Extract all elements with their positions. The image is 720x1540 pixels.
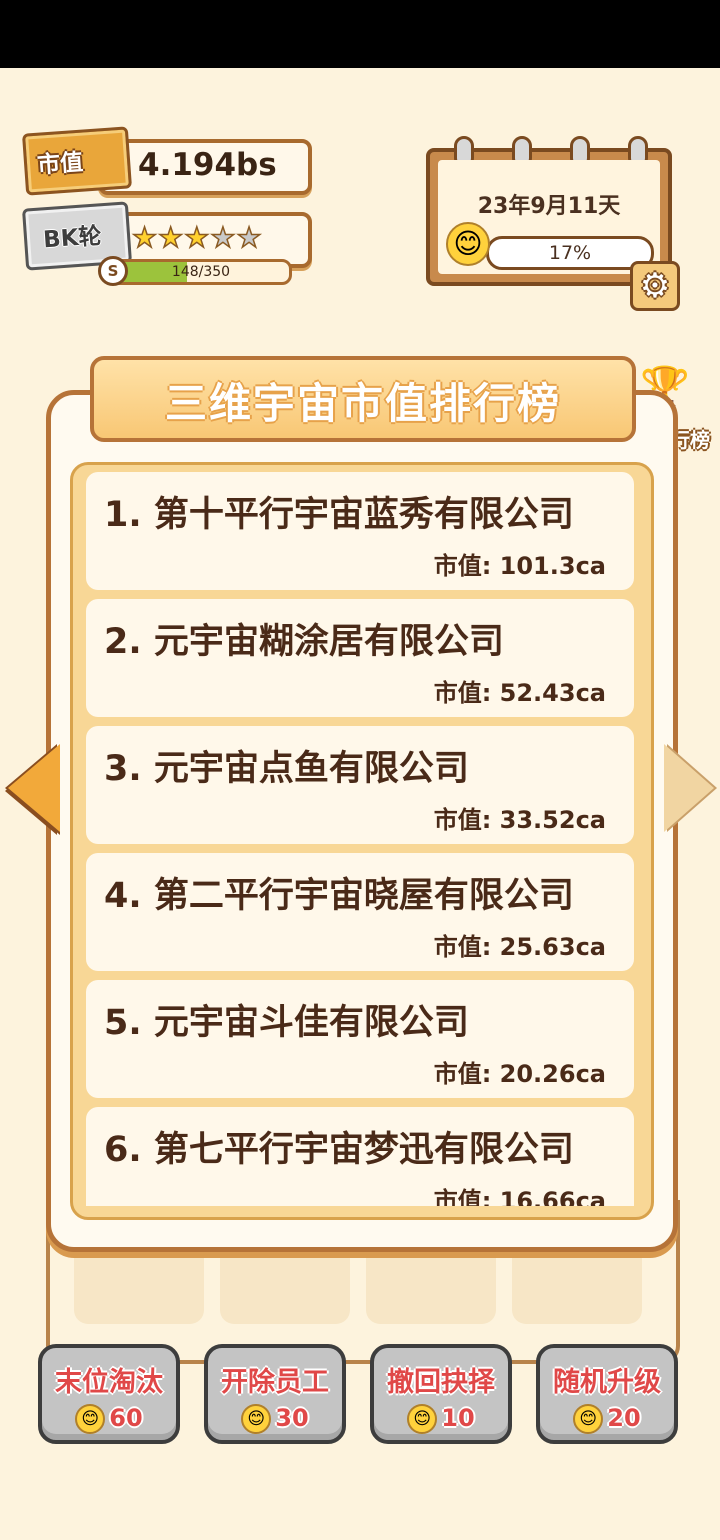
company-market-value: 市值: 25.63ca bbox=[434, 927, 606, 962]
fire-employee-button[interactable]: 开除员工 😊 30 bbox=[204, 1344, 346, 1444]
action-label: 末位淘汰 bbox=[55, 1367, 163, 1398]
market-value-prefix: 市值: bbox=[433, 1060, 500, 1088]
market-value-amount: 20.26ca bbox=[499, 1060, 606, 1088]
rank-row: 4. 第二平行宇宙晓屋有限公司市值: 25.63ca bbox=[86, 853, 634, 971]
market-value-prefix: 市值: bbox=[433, 933, 500, 961]
smile-face-icon: 😊 bbox=[446, 222, 490, 266]
mood-progress-bar: 17% bbox=[486, 236, 654, 270]
random-upgrade-button[interactable]: 随机升级 😊 20 bbox=[536, 1344, 678, 1444]
smile-face-icon: 😊 bbox=[241, 1404, 272, 1434]
market-value: 4.194bs bbox=[138, 147, 277, 183]
company-name: 4. 第二平行宇宙晓屋有限公司 bbox=[104, 876, 574, 916]
market-value-amount: 25.63ca bbox=[499, 933, 606, 961]
market-value-amount: 52.43ca bbox=[499, 679, 606, 707]
company-market-value: 市值: 20.26ca bbox=[434, 1054, 606, 1089]
xp-progress-bar: 148/350 bbox=[110, 259, 292, 285]
calendar-date: 23年9月11天 bbox=[477, 194, 621, 219]
action-label: 撤回抉择 bbox=[387, 1367, 495, 1398]
ranking-list[interactable]: 1. 第十平行宇宙蓝秀有限公司 市值: 101.3ca 2. 元宇宙糊涂居有限公司市… bbox=[86, 472, 634, 1206]
next-page-arrow-icon[interactable] bbox=[664, 744, 714, 832]
dialog-title-tab: 三维宇宙市值排行榜 bbox=[90, 356, 636, 442]
market-value-amount: 16.66ca bbox=[499, 1187, 606, 1206]
market-value-amount: 33.52ca bbox=[499, 806, 606, 834]
star-rating: ★ ★ ★ ★ ★ bbox=[131, 220, 263, 256]
market-value-prefix: 市值: bbox=[433, 679, 500, 707]
action-cost-value: 60 bbox=[109, 1404, 143, 1432]
smile-face-icon: 😊 bbox=[75, 1404, 106, 1434]
rank-row: 5. 元宇宙斗佳有限公司市值: 20.26ca bbox=[86, 980, 634, 1098]
market-value-amount: 101.3ca bbox=[499, 552, 606, 580]
xp-progress-text: 148/350 bbox=[171, 264, 231, 280]
company-market-value: 市值: 101.3ca bbox=[434, 546, 606, 581]
prev-page-arrow-icon[interactable] bbox=[8, 744, 60, 832]
action-cost: 😊 30 bbox=[208, 1404, 342, 1434]
status-bar bbox=[0, 0, 720, 68]
action-cost-value: 20 bbox=[607, 1404, 641, 1432]
action-label: 开除员工 bbox=[221, 1367, 329, 1398]
action-cost-value: 30 bbox=[275, 1404, 309, 1432]
company-market-value: 市值: 52.43ca bbox=[434, 673, 606, 708]
market-value-tag-label: 市值 bbox=[36, 149, 85, 179]
star-empty-icon: ★ bbox=[236, 220, 263, 255]
company-market-value: 市值: 33.52ca bbox=[434, 800, 606, 835]
action-cost-value: 10 bbox=[441, 1404, 475, 1432]
smile-face-icon: 😊 bbox=[573, 1404, 604, 1434]
market-value-prefix: 市值: bbox=[433, 806, 500, 834]
star-filled-icon: ★ bbox=[157, 220, 184, 255]
star-filled-icon: ★ bbox=[183, 220, 210, 255]
rank-row: 3. 元宇宙点鱼有限公司市值: 33.52ca bbox=[86, 726, 634, 844]
currency-icon: S bbox=[98, 256, 128, 286]
star-filled-icon: ★ bbox=[131, 220, 158, 255]
company-name: 3. 元宇宙点鱼有限公司 bbox=[104, 749, 469, 789]
settings-gear-icon[interactable]: ⚙ bbox=[630, 261, 680, 311]
company-name: 6. 第七平行宇宙梦迅有限公司 bbox=[104, 1130, 574, 1170]
rank-row: 1. 第十平行宇宙蓝秀有限公司市值: 101.3ca bbox=[86, 472, 634, 590]
undo-choice-button[interactable]: 撤回抉择 😊 10 bbox=[370, 1344, 512, 1444]
company-market-value: 市值: 16.66ca bbox=[434, 1181, 606, 1206]
smile-face-icon: 😊 bbox=[407, 1404, 438, 1434]
rank-row: 2. 元宇宙糊涂居有限公司市值: 52.43ca bbox=[86, 599, 634, 717]
action-cost: 😊 10 bbox=[374, 1404, 508, 1434]
market-value-tag: 市值 bbox=[21, 126, 133, 196]
level-tag-label: BK轮 bbox=[42, 223, 103, 254]
action-cost: 😊 20 bbox=[540, 1404, 674, 1434]
action-label: 随机升级 bbox=[553, 1367, 661, 1398]
company-name: 2. 元宇宙糊涂居有限公司 bbox=[104, 622, 504, 662]
action-cost: 😊 60 bbox=[42, 1404, 176, 1434]
market-value-prefix: 市值: bbox=[433, 552, 500, 580]
eliminate-last-button[interactable]: 末位淘汰 😊 60 bbox=[38, 1344, 180, 1444]
company-name: 1. 第十平行宇宙蓝秀有限公司 bbox=[104, 495, 574, 535]
rank-row: 6. 第七平行宇宙梦迅有限公司市值: 16.66ca bbox=[86, 1107, 634, 1206]
market-value-prefix: 市值: bbox=[433, 1187, 500, 1206]
star-empty-icon: ★ bbox=[210, 220, 237, 255]
mood-percent: 17% bbox=[548, 242, 592, 264]
dialog-title: 三维宇宙市值排行榜 bbox=[164, 379, 561, 428]
company-name: 5. 元宇宙斗佳有限公司 bbox=[104, 1003, 469, 1043]
